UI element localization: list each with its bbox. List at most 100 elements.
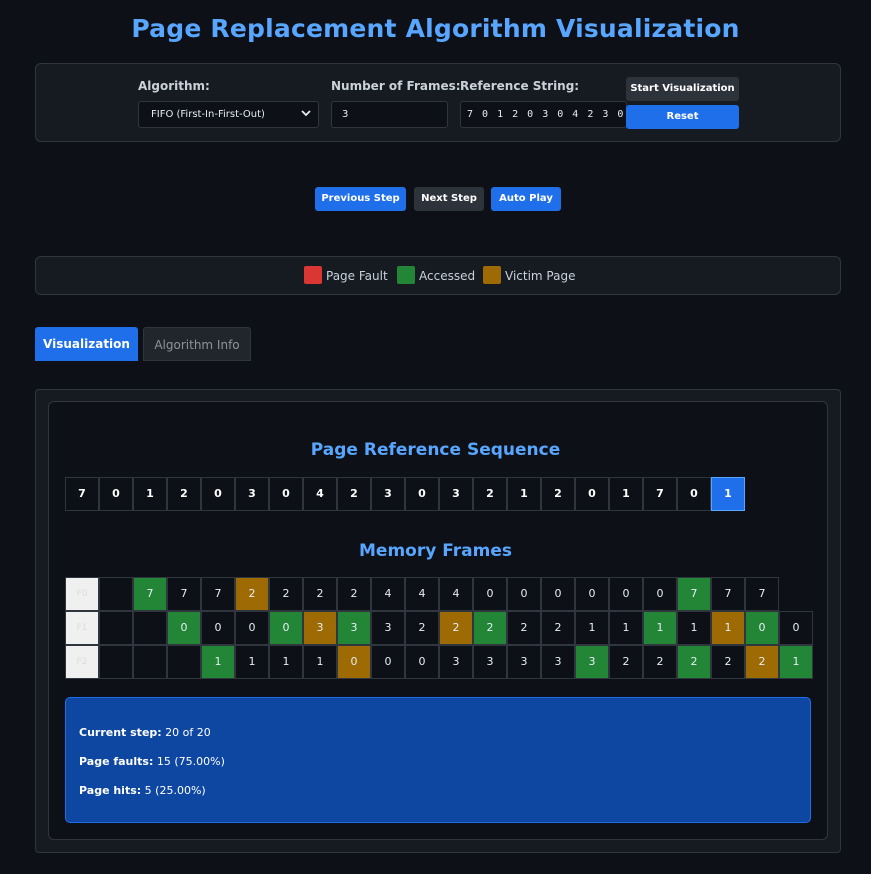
- frame-cell: 3: [439, 645, 473, 679]
- frame-cell: 2: [711, 645, 745, 679]
- frame-cell: 0: [167, 611, 201, 645]
- frame-cell: [167, 645, 201, 679]
- frame-cell: 0: [337, 645, 371, 679]
- controls-panel: Algorithm: FIFO (First-In-First-Out) Num…: [35, 63, 841, 142]
- reference-cell: 2: [473, 477, 507, 511]
- frame-cell: 3: [303, 611, 337, 645]
- reference-cell: 2: [337, 477, 371, 511]
- frame-cell: 0: [235, 611, 269, 645]
- algorithm-select-value: FIFO (First-In-First-Out): [151, 109, 265, 120]
- frame-cell: 1: [269, 645, 303, 679]
- frame-cell: 4: [405, 577, 439, 611]
- frame-cell: 4: [371, 577, 405, 611]
- frame-cell: 1: [575, 611, 609, 645]
- page-hits-stat: Page hits: 5 (25.00%): [79, 784, 206, 797]
- algorithm-label: Algorithm:: [138, 79, 210, 93]
- frame-cell: 7: [677, 577, 711, 611]
- start-visualization-button[interactable]: Start Visualization: [626, 77, 739, 101]
- frame-cell: 3: [371, 611, 405, 645]
- frames-label: Number of Frames:: [331, 79, 461, 93]
- frame-cell: 7: [745, 577, 779, 611]
- next-step-button[interactable]: Next Step: [414, 187, 484, 211]
- previous-step-button[interactable]: Previous Step: [315, 187, 406, 211]
- reference-cell: 3: [235, 477, 269, 511]
- frame-cell: 0: [541, 577, 575, 611]
- reference-cell: 1: [711, 477, 745, 511]
- reference-cell: 0: [405, 477, 439, 511]
- frame-cell: 0: [473, 577, 507, 611]
- frame-cell: 1: [711, 611, 745, 645]
- reference-input[interactable]: 7 0 1 2 0 3 0 4 2 3 0 3 2 1 2 0 1 7 0 1: [460, 101, 627, 128]
- reference-cell: 7: [643, 477, 677, 511]
- auto-play-button[interactable]: Auto Play: [491, 187, 561, 211]
- legend: Page Fault Accessed Victim Page: [35, 256, 841, 295]
- reference-cell: 2: [167, 477, 201, 511]
- sequence-title: Page Reference Sequence: [310, 440, 561, 460]
- frame-cell: 7: [167, 577, 201, 611]
- victim-page-swatch: [483, 266, 501, 284]
- page-fault-swatch: [304, 266, 322, 284]
- frame-cell: 2: [235, 577, 269, 611]
- frame-cell: 2: [745, 645, 779, 679]
- frame-cell: 0: [269, 611, 303, 645]
- frame-label: F0: [65, 577, 99, 611]
- frame-cell: 2: [269, 577, 303, 611]
- frame-cell: 7: [711, 577, 745, 611]
- frame-cell: 0: [779, 611, 813, 645]
- reference-cell: 1: [609, 477, 643, 511]
- reference-cell: 3: [371, 477, 405, 511]
- frame-cell: 2: [643, 645, 677, 679]
- frame-cell: 0: [745, 611, 779, 645]
- frame-cell: 2: [677, 645, 711, 679]
- frame-cell: 3: [507, 645, 541, 679]
- page-faults-stat: Page faults: 15 (75.00%): [79, 755, 225, 768]
- frame-cell: 1: [201, 645, 235, 679]
- frame-cell: 0: [405, 645, 439, 679]
- reference-label: Reference String:: [460, 79, 580, 93]
- frame-cell: 1: [677, 611, 711, 645]
- frame-cell: 2: [609, 645, 643, 679]
- legend-page-fault: Page Fault: [326, 269, 388, 283]
- reference-cell: 0: [269, 477, 303, 511]
- legend-accessed: Accessed: [419, 269, 476, 283]
- frame-cell: 3: [337, 611, 371, 645]
- current-step-stat: Current step: 20 of 20: [79, 726, 211, 739]
- frame-cell: 3: [541, 645, 575, 679]
- frame-cell: 2: [337, 577, 371, 611]
- frame-cell: 0: [609, 577, 643, 611]
- frame-cell: [133, 611, 167, 645]
- algorithm-select[interactable]: FIFO (First-In-First-Out): [138, 101, 319, 128]
- tab-visualization[interactable]: Visualization: [35, 327, 138, 361]
- frame-cell: 1: [609, 611, 643, 645]
- frame-cell: 0: [507, 577, 541, 611]
- frame-cell: [99, 611, 133, 645]
- frame-cell: 1: [643, 611, 677, 645]
- frame-cell: 2: [541, 611, 575, 645]
- frame-cell: 7: [133, 577, 167, 611]
- reference-cell: 0: [677, 477, 711, 511]
- reference-cell: 2: [541, 477, 575, 511]
- frames-input[interactable]: 3: [331, 101, 448, 128]
- frame-cell: 7: [201, 577, 235, 611]
- frames-title: Memory Frames: [359, 541, 512, 561]
- frame-cell: 0: [575, 577, 609, 611]
- frame-label: F1: [65, 611, 99, 645]
- frame-cell: [133, 645, 167, 679]
- reference-cell: 7: [65, 477, 99, 511]
- tab-algorithm-info[interactable]: Algorithm Info: [143, 327, 251, 361]
- reference-cell: 4: [303, 477, 337, 511]
- reference-cell: 0: [201, 477, 235, 511]
- frame-cell: 3: [575, 645, 609, 679]
- frame-cell: 2: [303, 577, 337, 611]
- reset-button[interactable]: Reset: [626, 105, 739, 129]
- frame-cell: 0: [371, 645, 405, 679]
- frame-cell: 4: [439, 577, 473, 611]
- frame-cell: 2: [473, 611, 507, 645]
- frame-cell: 3: [473, 645, 507, 679]
- frame-cell: 0: [643, 577, 677, 611]
- frame-cell: [99, 645, 133, 679]
- frame-cell: 2: [507, 611, 541, 645]
- reference-cell: 1: [133, 477, 167, 511]
- frame-cell: 1: [779, 645, 813, 679]
- legend-victim-page: Victim Page: [505, 269, 576, 283]
